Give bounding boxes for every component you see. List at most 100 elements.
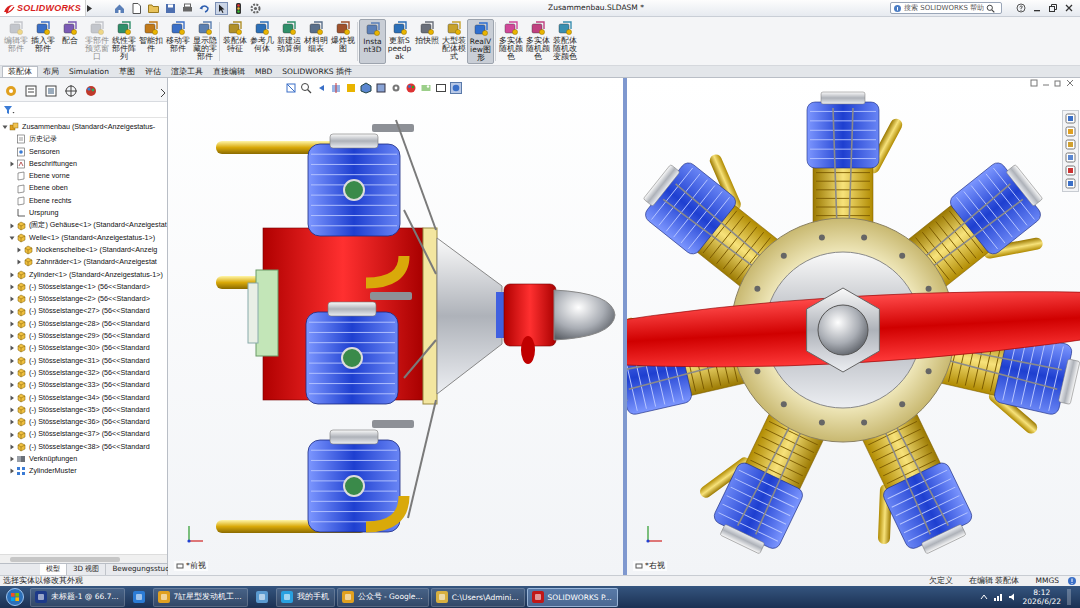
taskbar-pinned-app[interactable] <box>250 588 274 607</box>
panel-tab[interactable]: 模型 <box>40 564 67 575</box>
help-icon[interactable] <box>1016 3 1026 13</box>
taskbar-button[interactable]: C:\Users\Admini... <box>431 588 525 607</box>
expand-arrow-icon[interactable] <box>9 444 15 450</box>
tree-item[interactable]: (-) Stösselstange<27> (56<<Standard <box>0 305 167 317</box>
viewport-minimize-icon[interactable] <box>1042 79 1050 87</box>
menu-arrow-icon[interactable] <box>86 4 93 13</box>
tree-item[interactable]: Beschriftungen <box>0 158 167 170</box>
command-tab[interactable]: Simulation <box>64 67 114 77</box>
collapse-arrow-icon[interactable] <box>2 124 8 130</box>
volume-icon[interactable] <box>1008 592 1018 602</box>
ribbon-button[interactable]: Instant3D <box>359 19 386 64</box>
ribbon-button[interactable]: 零部件预览窗口 <box>83 19 110 64</box>
tree-item[interactable]: (-) Stösselstange<32> (56<<Standard <box>0 367 167 379</box>
tree-item[interactable]: (-) Stösselstange<34> (56<<Standard <box>0 392 167 404</box>
configuration-icon[interactable] <box>44 84 58 98</box>
display-manager-icon[interactable] <box>84 84 98 98</box>
expand-arrow-icon[interactable] <box>9 296 15 302</box>
tree-item[interactable]: Ebene oben <box>0 182 167 194</box>
command-tab[interactable]: 布局 <box>38 67 64 77</box>
viewport-close-icon[interactable] <box>1066 79 1074 87</box>
expand-arrow-icon[interactable] <box>9 223 15 229</box>
undo-icon[interactable] <box>198 2 211 15</box>
tree-item[interactable]: (-) Stösselstange<36> (56<<Standard <box>0 416 167 428</box>
expand-arrow-icon[interactable] <box>16 247 22 253</box>
file-explorer-icon[interactable] <box>1065 139 1076 150</box>
open-folder-icon[interactable] <box>147 2 160 15</box>
search-box[interactable] <box>890 2 1002 14</box>
expand-arrow-icon[interactable] <box>9 419 15 425</box>
ribbon-button[interactable]: 参考几何体 <box>248 19 275 64</box>
expand-arrow-icon[interactable] <box>9 407 15 413</box>
show-desktop-icon[interactable] <box>1066 588 1072 606</box>
options-gear-icon[interactable] <box>249 2 262 15</box>
expand-arrow-icon[interactable] <box>9 345 15 351</box>
ribbon-button[interactable]: RealView图形 <box>467 19 494 64</box>
clock[interactable]: 8:122026/6/22 <box>1023 588 1061 606</box>
ribbon-button[interactable]: 线性零部件阵列 <box>110 19 137 64</box>
ribbon-button[interactable]: 编辑零部件 <box>2 19 29 64</box>
expand-arrow-icon[interactable] <box>9 161 15 167</box>
minimize-icon[interactable] <box>1032 3 1042 13</box>
command-tab[interactable]: 直接编辑 <box>208 67 250 77</box>
display-style-icon[interactable] <box>375 82 387 94</box>
tree-item[interactable]: Welle<1> (Standard<Anzeigestatus-1>) <box>0 232 167 244</box>
viewport-restore-icon[interactable] <box>1054 79 1062 87</box>
tree-item[interactable]: (固定) Gehäuse<1> (Standard<Anzeigestat <box>0 219 167 231</box>
tree-item[interactable]: (-) Stösselstange<30> (56<<Standard <box>0 342 167 354</box>
view-settings-icon[interactable] <box>435 82 447 94</box>
taskbar-button[interactable]: 7缸星型发动机工... <box>153 588 248 607</box>
expand-arrow-icon[interactable] <box>9 370 15 376</box>
zoom-fit-icon[interactable] <box>285 82 297 94</box>
expand-arrow-icon[interactable] <box>9 468 15 474</box>
hide-show-icon[interactable] <box>390 82 402 94</box>
tree-item[interactable]: (-) Stösselstange<2> (56<<Standard> <box>0 293 167 305</box>
tree-item[interactable]: Ebene vorne <box>0 170 167 182</box>
command-tab[interactable]: 草图 <box>114 67 140 77</box>
edit-appearance-icon[interactable] <box>405 82 417 94</box>
taskbar-button[interactable]: 我的手机 <box>276 588 335 607</box>
solidworks-resources-icon[interactable] <box>1065 113 1076 124</box>
panel-tab[interactable]: 3D 视图 <box>67 564 106 575</box>
ribbon-button[interactable]: 更新Speedpak <box>386 19 413 64</box>
panel-expand-icon[interactable] <box>159 88 167 98</box>
tree-item[interactable]: (-) Stösselstange<29> (56<<Standard <box>0 330 167 342</box>
tree-item[interactable]: (-) Stösselstange<31> (56<<Standard <box>0 355 167 367</box>
expand-arrow-icon[interactable] <box>9 309 15 315</box>
expand-arrow-icon[interactable] <box>9 358 15 364</box>
print-icon[interactable] <box>181 2 194 15</box>
command-tab[interactable]: MBD <box>250 67 277 77</box>
expand-arrow-icon[interactable] <box>9 321 15 327</box>
command-tab[interactable]: SOLIDWORKS 插件 <box>277 67 356 77</box>
status-item[interactable]: MMGS <box>1027 576 1067 586</box>
ribbon-button[interactable]: 多实体随机颜色 <box>524 19 551 64</box>
expand-arrow-icon[interactable] <box>9 382 15 388</box>
tree-item[interactable]: (-) Stösselstange<35> (56<<Standard <box>0 404 167 416</box>
select-arrow-icon[interactable] <box>215 2 228 15</box>
view-palette-icon[interactable] <box>1065 152 1076 163</box>
ribbon-button[interactable]: 材料明细表 <box>302 19 329 64</box>
expand-arrow-icon[interactable] <box>16 259 22 265</box>
expand-arrow-icon[interactable] <box>9 456 15 462</box>
scroll-thumb[interactable] <box>10 557 120 562</box>
command-tab[interactable]: 渲染工具 <box>166 67 208 77</box>
realview-icon[interactable] <box>450 82 462 94</box>
section-view-icon[interactable] <box>330 82 342 94</box>
tree-item[interactable]: Ursprung <box>0 207 167 219</box>
ribbon-button[interactable]: 显示隐藏的零部件 <box>191 19 218 64</box>
network-icon[interactable] <box>993 592 1003 602</box>
tree-item[interactable]: (-) Stösselstange<37> (56<<Standard <box>0 428 167 440</box>
tray-arrow-icon[interactable] <box>980 593 988 601</box>
status-help-icon[interactable] <box>1067 576 1077 586</box>
expand-arrow-icon[interactable] <box>9 395 15 401</box>
ribbon-button[interactable]: 多实体随机颜色 <box>497 19 524 64</box>
right-viewport[interactable]: *右视 <box>627 78 1080 575</box>
expand-arrow-icon[interactable] <box>9 284 15 290</box>
command-tab[interactable]: 装配体 <box>2 66 38 77</box>
viewport-link-icon[interactable] <box>1030 79 1038 87</box>
ribbon-button[interactable]: 装配体随机改变颜色 <box>551 19 578 64</box>
tree-item[interactable]: Verknüpfungen <box>0 453 167 465</box>
collapse-arrow-icon[interactable] <box>9 235 15 241</box>
appearances-icon[interactable] <box>1065 165 1076 176</box>
new-document-icon[interactable] <box>130 2 143 15</box>
